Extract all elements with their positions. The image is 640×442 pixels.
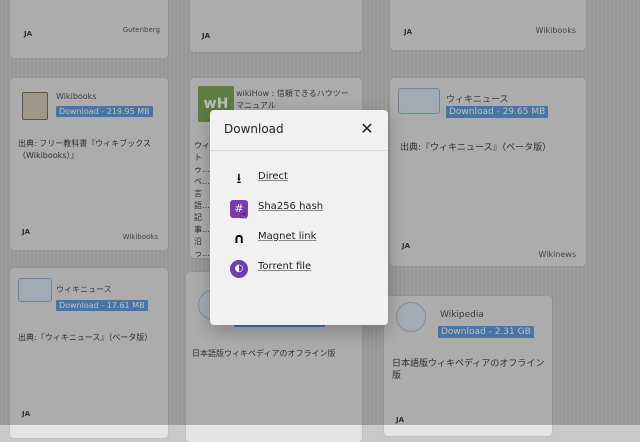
modal-header: Download ✕ [210,110,388,151]
modal-title: Download [224,122,284,136]
option-label[interactable]: Magnet link [258,231,316,242]
option-label[interactable]: Torrent file [258,261,311,272]
option-label[interactable]: Sha256 hash [258,201,323,212]
option-label[interactable]: Direct [258,171,288,182]
download-modal: Download ✕ ⭳ Direct # Sha256 hash ∩ Magn… [210,110,388,325]
close-icon[interactable]: ✕ [358,120,376,138]
download-option-magnet[interactable]: ∩ Magnet link [230,228,370,250]
magnet-icon: ∩ [233,231,245,247]
download-icon: ⭳ [236,171,242,187]
download-option-torrent[interactable]: ◐ Torrent file [230,258,370,280]
download-option-direct[interactable]: ⭳ Direct [230,168,370,190]
download-option-sha256[interactable]: # Sha256 hash [230,198,370,220]
pointer-cursor-icon: ☝ [240,208,248,222]
torrent-icon: ◐ [230,260,248,278]
